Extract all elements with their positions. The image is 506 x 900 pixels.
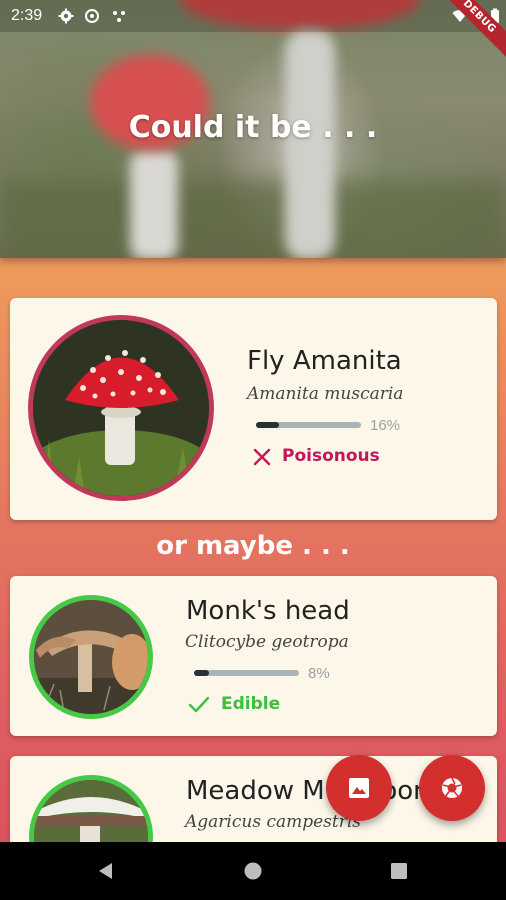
primary-verdict-label: Poisonous (282, 446, 380, 466)
sync-icon (85, 9, 99, 23)
primary-confidence-fill (256, 422, 280, 428)
alt1-verdict: Edible (187, 694, 327, 718)
system-nav-bar (0, 842, 506, 900)
primary-result-card[interactable]: Fly Amanita Amanita muscaria 16% Poisono… (10, 298, 497, 520)
image-icon (349, 778, 369, 798)
header-title: Could it be . . . (128, 110, 378, 145)
primary-confidence-label: 16% (370, 417, 401, 434)
back-triangle-icon[interactable] (96, 861, 116, 881)
primary-scientific-name: Amanita muscaria (247, 384, 404, 404)
network-dots-icon (113, 11, 125, 22)
mushroom-photo-icon (33, 320, 209, 496)
check-icon (188, 696, 210, 713)
status-bar: 2:39 DEBUG (0, 0, 506, 63)
or-maybe-heading: or maybe . . . (156, 531, 350, 561)
alt1-verdict-label: Edible (221, 694, 281, 714)
alt2-common-name: Meadow Mushroom (186, 776, 439, 806)
fly-amanita-photo (28, 315, 214, 501)
home-circle-icon[interactable] (243, 861, 263, 881)
settings-gear-icon (58, 8, 74, 24)
alt1-common-name: Monk's head (186, 596, 350, 626)
close-x-icon (253, 448, 271, 466)
alt1-confidence-label: 8% (308, 665, 330, 682)
alt2-scientific-name: Agaricus campestris (185, 812, 362, 832)
primary-verdict: Poisonous (251, 446, 411, 470)
camera-shutter-icon (442, 777, 462, 798)
monks-head-photo (29, 595, 153, 719)
mushroom-photo-icon (34, 600, 148, 714)
recents-square-icon[interactable] (390, 862, 408, 880)
gallery-button[interactable] (326, 755, 392, 821)
primary-common-name: Fly Amanita (247, 346, 402, 376)
header-photo: Could it be . . . (0, 0, 506, 258)
primary-confidence-bar (256, 422, 361, 428)
alternative-result-card[interactable]: Monk's head Clitocybe geotropa 8% Edible (10, 576, 497, 736)
alt1-confidence-fill (194, 670, 209, 676)
alt1-confidence-bar (194, 670, 299, 676)
camera-button[interactable] (419, 755, 485, 821)
alt1-scientific-name: Clitocybe geotropa (185, 632, 349, 652)
status-time: 2:39 (11, 7, 43, 24)
